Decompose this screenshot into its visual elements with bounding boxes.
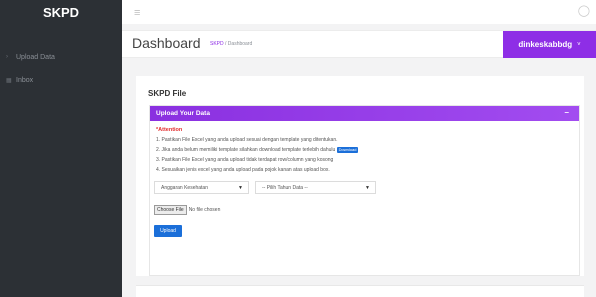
file-status-label: No file chosen <box>188 207 221 213</box>
sidebar-item-upload-data[interactable]: › Upload Data <box>0 47 122 67</box>
upload-icon: › <box>6 54 8 60</box>
upload-button[interactable]: Upload <box>154 225 182 237</box>
download-template-button[interactable]: Download <box>336 146 359 153</box>
chevron-down-icon: ˅ <box>577 41 581 48</box>
top-bar: ≡ ◯ <box>122 0 596 24</box>
section-title: SKPD File <box>148 89 187 98</box>
dropdown-arrow-icon: ▼ <box>365 184 370 191</box>
dropdown-arrow-icon: ▼ <box>238 184 243 191</box>
tahun-data-select[interactable]: -- Pilih Tahun Data -- ▼ <box>255 181 376 194</box>
inbox-icon: ▦ <box>6 77 12 84</box>
file-input: Choose File No file chosen <box>154 205 220 215</box>
bell-icon[interactable]: ◯ <box>578 4 590 17</box>
panel-header: Upload Your Data – <box>150 106 579 121</box>
content-card: SKPD File Upload Your Data – *Attention … <box>136 76 584 276</box>
select-value: Anggaran Kesehatan <box>161 184 208 191</box>
rule-item: 3. Pastikan File Excel yang anda upload … <box>156 157 334 163</box>
rule-item: 4. Sesuaikan jenis excel yang anda uploa… <box>156 167 330 173</box>
next-card <box>136 285 584 297</box>
upload-panel: Upload Your Data – *Attention 1. Pastika… <box>149 105 580 276</box>
attention-label: *Attention <box>156 127 183 133</box>
page-title: Dashboard <box>132 35 201 51</box>
breadcrumb-current: Dashboard <box>227 41 253 47</box>
panel-title: Upload Your Data <box>156 110 210 117</box>
sidebar-item-label: Inbox <box>16 76 34 84</box>
breadcrumb-home-link[interactable]: SKPD <box>210 41 224 47</box>
breadcrumb-separator: / <box>225 41 227 47</box>
jenis-data-select[interactable]: Anggaran Kesehatan ▼ <box>154 181 249 194</box>
menu-icon[interactable]: ≡ <box>134 7 140 19</box>
user-menu-button[interactable]: dinkeskabbdg ˅ <box>503 31 596 58</box>
rule-item: 2. Jika anda belum memiliki template sil… <box>156 145 575 155</box>
sidebar-item-label: Upload Data <box>16 53 55 61</box>
breadcrumb: SKPD / Dashboard <box>210 41 252 47</box>
choose-file-button[interactable]: Choose File <box>154 205 187 215</box>
collapse-button[interactable]: – <box>565 108 569 117</box>
rule-item: 1. Pastikan File Excel yang anda upload … <box>156 137 338 143</box>
rule-text: 2. Jika anda belum memiliki template sil… <box>156 147 336 153</box>
sidebar: SKPD › Upload Data ▦ Inbox <box>0 0 122 297</box>
user-name: dinkeskabbdg <box>518 40 573 49</box>
page-header: Dashboard SKPD / Dashboard dinkeskabbdg … <box>122 30 596 58</box>
brand-title: SKPD <box>42 4 80 20</box>
sidebar-item-inbox[interactable]: ▦ Inbox <box>0 70 122 90</box>
select-value: -- Pilih Tahun Data -- <box>262 184 308 191</box>
panel-body: *Attention 1. Pastikan File Excel yang a… <box>150 121 579 237</box>
